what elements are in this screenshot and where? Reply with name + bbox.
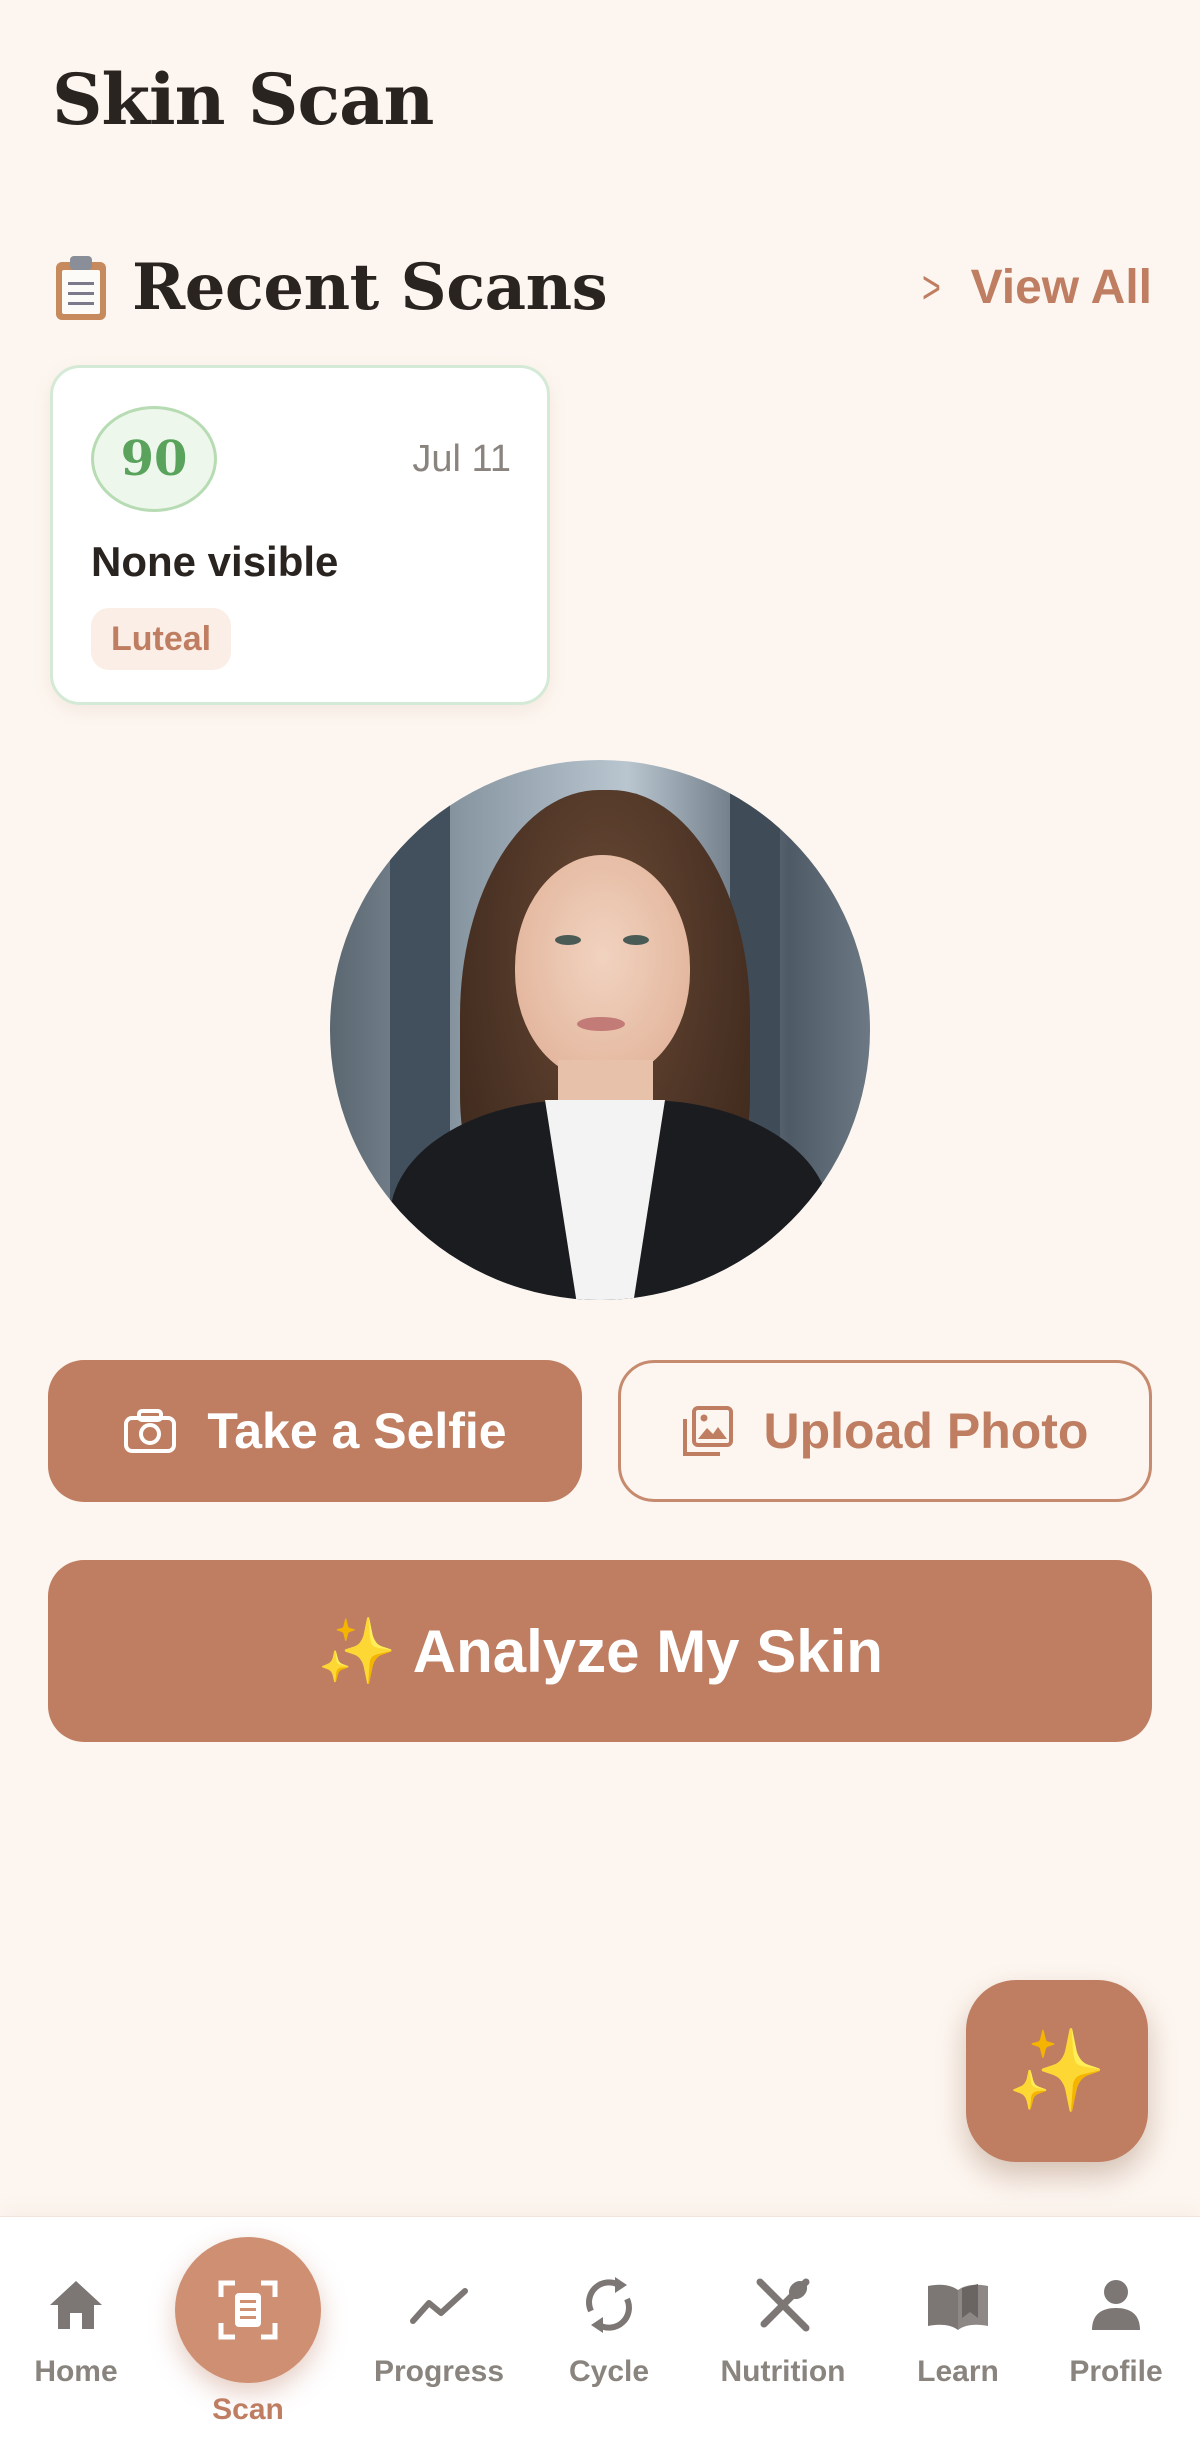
take-selfie-label: Take a Selfie [207,1403,507,1459]
nav-item-nutrition[interactable]: Nutrition [703,2217,863,2456]
ai-assistant-fab[interactable]: ✨ [966,1980,1148,2162]
utensils-icon [754,2275,812,2335]
nav-label-cycle: Cycle [568,2355,650,2388]
upload-photo-button[interactable]: Upload Photo [618,1360,1152,1502]
nav-label-progress: Progress [373,2355,505,2388]
score-badge: 90 [91,406,217,512]
nav-item-progress[interactable]: Progress [359,2217,519,2456]
camera-icon [124,1409,177,1453]
view-all-label: View All [970,260,1152,314]
cycle-icon [581,2275,637,2335]
sparkles-icon: ✨ [317,1614,397,1687]
book-icon [924,2275,992,2335]
nav-label-nutrition: Nutrition [720,2355,846,2388]
page-title: Skin Scan [52,58,434,141]
upload-photo-label: Upload Photo [763,1403,1089,1459]
section-title: Recent Scans [132,249,608,325]
sparkles-icon: ✨ [1007,2026,1107,2115]
home-icon [46,2275,106,2335]
nav-label-learn: Learn [917,2355,999,2388]
view-all-link[interactable]: > View All [918,260,1152,315]
analyze-skin-button[interactable]: ✨ Analyze My Skin [48,1560,1152,1742]
take-selfie-button[interactable]: Take a Selfie [48,1360,582,1502]
gallery-icon [682,1406,733,1456]
nav-label-profile: Profile [1069,2355,1163,2388]
scan-card[interactable]: 90 Jul 11 None visible Luteal [50,365,550,705]
nav-item-learn[interactable]: Learn [878,2217,1038,2456]
recent-scans-header: Recent Scans > View All [52,242,1152,332]
selfie-preview [330,760,870,1300]
nav-item-cycle[interactable]: Cycle [529,2217,689,2456]
scan-description: None visible [91,538,339,585]
trend-icon [409,2275,469,2335]
clipboard-icon [52,252,110,322]
chevron-right-icon: > [921,261,941,313]
nav-label-scan: Scan [212,2393,284,2426]
recent-scans-heading: Recent Scans [52,249,608,325]
nav-item-scan[interactable]: Scan [168,2217,328,2456]
nav-item-home[interactable]: Home [0,2217,156,2456]
scan-date: Jul 11 [412,438,511,480]
nav-label-home: Home [34,2355,118,2388]
person-icon [1090,2275,1142,2335]
nav-item-profile[interactable]: Profile [1036,2217,1196,2456]
analyze-label: Analyze My Skin [412,1617,883,1685]
cycle-phase-tag: Luteal [91,608,232,670]
bottom-nav: Home Scan Progress Cycle Nutrition Learn… [0,2216,1200,2456]
scan-icon [175,2237,321,2383]
